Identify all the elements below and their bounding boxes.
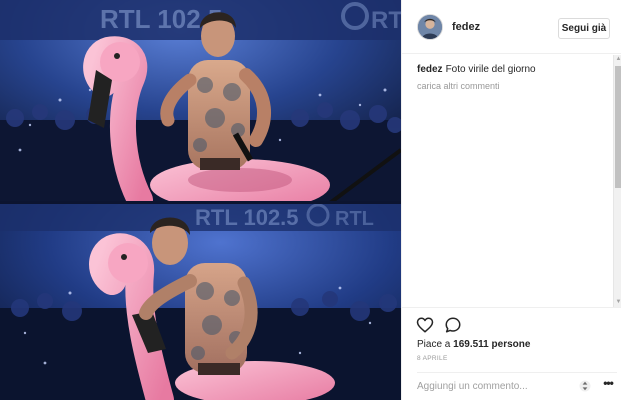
comment-input[interactable] bbox=[417, 377, 577, 395]
following-button[interactable]: Segui già bbox=[558, 18, 610, 39]
caption-text: Foto virile del giorno bbox=[445, 64, 536, 75]
post-date[interactable]: 8 APRILE bbox=[417, 355, 448, 362]
likes-number: 169.511 bbox=[453, 339, 489, 350]
scroll-up-arrow-icon[interactable]: ▲ bbox=[614, 55, 621, 64]
photo-divider bbox=[0, 201, 401, 204]
header-username[interactable]: fedez bbox=[452, 21, 480, 33]
speech-bubble-icon[interactable] bbox=[444, 316, 462, 334]
photo-frame-bottom: RTL 102.5 RTL bbox=[0, 203, 401, 400]
avatar[interactable] bbox=[417, 14, 443, 40]
comments-section: fedez Foto virile del giorno carica altri… bbox=[402, 55, 621, 307]
caption-username[interactable]: fedez bbox=[417, 64, 443, 75]
svg-text:RTL: RTL bbox=[371, 7, 401, 34]
scrollbar-thumb[interactable] bbox=[615, 66, 621, 188]
likes-count[interactable]: Piace a 169.511 persone bbox=[417, 339, 530, 350]
photo-frame-top: RTL 102.5 RTL bbox=[0, 0, 401, 203]
add-comment-row: ••• bbox=[417, 372, 617, 397]
scroll-down-arrow-icon[interactable]: ▼ bbox=[614, 298, 621, 307]
svg-text:RTL 102.5: RTL 102.5 bbox=[195, 205, 299, 230]
heart-icon[interactable] bbox=[416, 316, 434, 334]
svg-text:RTL: RTL bbox=[335, 208, 374, 230]
post-actions: Piace a 169.511 persone 8 APRILE ••• bbox=[402, 307, 621, 400]
ellipsis-icon[interactable]: ••• bbox=[601, 377, 615, 392]
caption: fedez Foto virile del giorno bbox=[417, 64, 536, 75]
up-down-arrows-icon[interactable] bbox=[579, 380, 591, 392]
post-photo[interactable]: RTL 102.5 RTL bbox=[0, 0, 401, 400]
comments-scrollbar[interactable]: ▲ ▼ bbox=[613, 55, 621, 307]
load-more-comments-link[interactable]: carica altri commenti bbox=[417, 81, 500, 91]
post-side-panel: fedez Segui già fedez Foto virile del gio… bbox=[401, 0, 621, 400]
post-header: fedez Segui già bbox=[402, 0, 621, 54]
